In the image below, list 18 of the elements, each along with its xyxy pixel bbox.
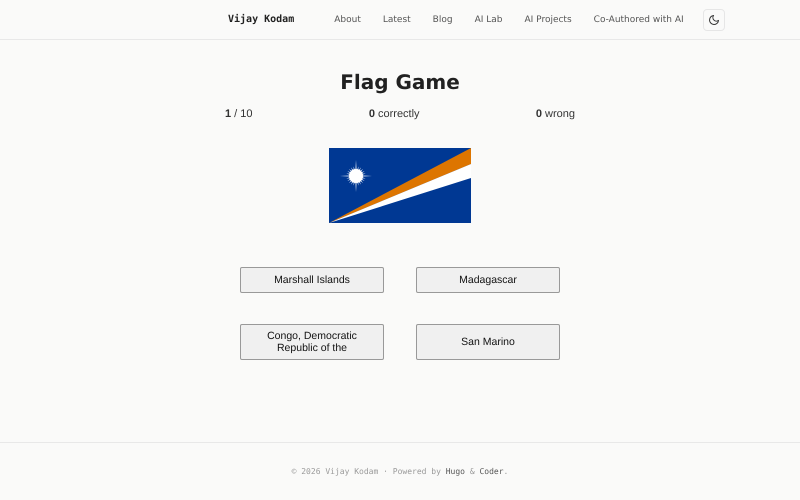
correct-counter: 0 correctly <box>368 108 420 120</box>
nav-link[interactable]: Blog <box>432 14 453 24</box>
nav-link[interactable]: Latest <box>382 14 411 24</box>
nav-link[interactable]: AI Lab <box>474 14 502 24</box>
nav-link[interactable]: AI Projects <box>524 14 572 24</box>
site-title[interactable]: Vijay Kodam <box>228 14 294 25</box>
answer-button[interactable]: Madagascar <box>416 267 560 293</box>
footer-link[interactable]: Coder <box>479 467 504 476</box>
nav-link[interactable]: About <box>334 14 361 24</box>
nav-link[interactable]: Co-Authored with AI <box>594 14 684 24</box>
game-title: Flag Game <box>340 70 460 94</box>
answer-button[interactable]: San Marino <box>416 324 560 360</box>
answer-button[interactable]: Congo, Democratic Republic of the <box>240 324 384 360</box>
wrong-counter: 0 wrong <box>536 108 575 120</box>
footer-text: © 2026 Vijay Kodam · Powered by Hugo & Coder. <box>292 467 508 476</box>
footer-link[interactable]: Hugo <box>446 467 465 476</box>
answer-button[interactable]: Marshall Islands <box>240 267 384 293</box>
progress-counter: 1 / 10 <box>225 108 253 120</box>
